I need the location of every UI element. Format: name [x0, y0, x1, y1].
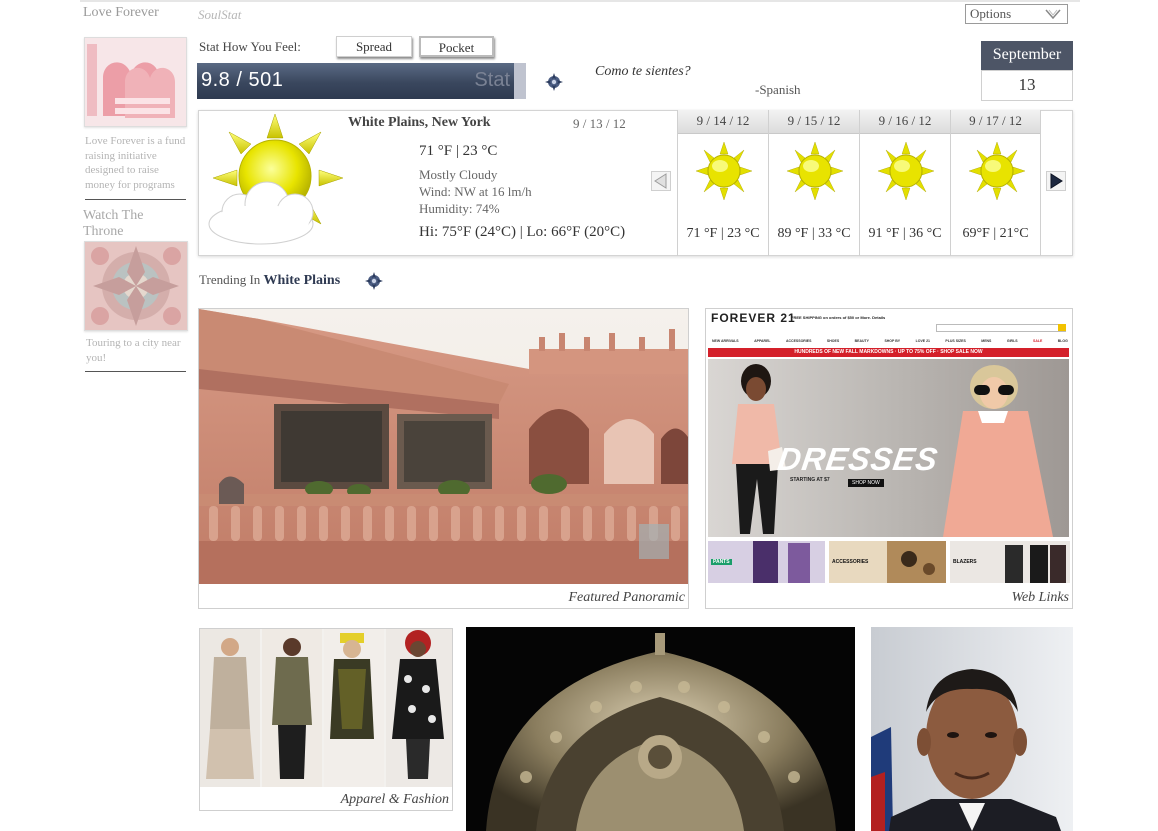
- portrait-image-card[interactable]: [871, 627, 1073, 831]
- forecast-temp: 71 °F | 23 °C: [686, 226, 760, 241]
- stat-submit-button[interactable]: Stat: [474, 69, 510, 92]
- forever21-logo: FOREVER 21: [711, 311, 796, 325]
- options-label: Options: [970, 6, 1012, 21]
- panoramic-caption: Featured Panoramic: [568, 590, 685, 605]
- next-arrow-icon[interactable]: [1046, 171, 1066, 191]
- previous-arrow-icon[interactable]: [651, 171, 671, 191]
- top-divider: [80, 0, 1080, 2]
- tile-label: ACCESSORIES: [832, 559, 869, 565]
- forecast-day-1[interactable]: 9 / 14 / 12 71 °F | 23 °C: [677, 110, 768, 256]
- portrait-image: [871, 627, 1073, 831]
- forever21-tile-pants: PANTS: [708, 541, 825, 583]
- weather-humidity: Humidity: 74%: [419, 201, 500, 216]
- forever21-hero-title: DRESSES: [775, 441, 941, 477]
- ornate-sculpture-image: [466, 627, 855, 831]
- forever21-banner: HUNDREDS OF NEW FALL MARKDOWNS · UP TO 7…: [708, 348, 1069, 357]
- brand-logo[interactable]: SoulStat: [198, 7, 241, 23]
- language-link[interactable]: -Spanish: [755, 82, 801, 98]
- forever21-nav-item: APPAREL: [754, 339, 771, 343]
- forever21-nav-item: PLUS SIZES: [945, 339, 966, 343]
- panoramic-image: [199, 309, 688, 584]
- forever21-shipping: FREE SHIPPING on orders of $50 or More. …: [791, 315, 886, 320]
- stat-input[interactable]: 9.8 / 501 Stat: [197, 63, 526, 99]
- sun-icon: [969, 141, 1025, 201]
- apparel-caption: Apparel & Fashion: [340, 792, 449, 807]
- featured-panoramic-card[interactable]: Featured Panoramic: [198, 308, 689, 609]
- weather-hi-lo: Hi: 75°F (24°C) | Lo: 66°F (20°C): [419, 224, 626, 240]
- sun-icon: [787, 141, 843, 201]
- question-text: Como te sientes?: [595, 64, 691, 79]
- forecast-temp: 91 °F | 36 °C: [868, 226, 942, 241]
- weather-condition: Mostly Cloudy: [419, 167, 498, 182]
- sidebar-section-title[interactable]: Watch The Throne: [83, 208, 183, 240]
- forever21-nav-item: BLOG: [1057, 339, 1068, 343]
- forever21-nav-item: SHOES: [826, 339, 840, 343]
- forever21-search: [936, 324, 1066, 332]
- stat-label: Stat How You Feel:: [199, 39, 301, 54]
- forever21-nav-item: GIRLS: [1006, 339, 1018, 343]
- web-links-card[interactable]: FOREVER 21 FREE SHIPPING on orders of $5…: [705, 308, 1073, 609]
- forever21-shop-now: SHOP NOW: [848, 479, 884, 487]
- forever21-hero-sub: STARTING AT $7: [790, 477, 830, 483]
- forever21-nav: NEW ARRIVALS APPAREL ACCESSORIES SHOES B…: [712, 339, 1068, 343]
- forever21-nav-item: LOVE 21: [915, 339, 930, 343]
- forecast-day-4[interactable]: 9 / 17 / 12 69°F | 21°C: [950, 110, 1041, 256]
- sidebar-section-text: Touring to a city near you!: [86, 337, 181, 364]
- current-temperature: 71 °F | 23 °C: [419, 143, 498, 159]
- forecast-date: 9 / 15 / 12: [769, 110, 859, 134]
- forecast-day-2[interactable]: 9 / 15 / 12 89 °F | 33 °C: [768, 110, 859, 256]
- forecast-temp: 89 °F | 33 °C: [777, 226, 851, 241]
- love-forever-thumbnail[interactable]: [84, 37, 187, 127]
- chevron-down-icon: [1045, 9, 1061, 19]
- forever21-hero: DRESSES STARTING AT $7 SHOP NOW: [708, 359, 1069, 537]
- compass-icon[interactable]: [364, 271, 384, 291]
- trending-heading: Trending In White Plains: [199, 272, 340, 289]
- weather-wind: Wind: NW at 16 lm/h: [419, 184, 532, 199]
- watch-the-throne-thumbnail[interactable]: [84, 241, 188, 331]
- forever21-nav-item: SHOP BY: [884, 339, 901, 343]
- weather-date: 9 / 13 / 12: [573, 116, 626, 131]
- forecast-temp: 69°F | 21°C: [962, 226, 1029, 241]
- apparel-fashion-card[interactable]: Apparel & Fashion: [199, 628, 453, 811]
- forever21-nav-item: MENS: [981, 339, 992, 343]
- sidebar-divider-2: [85, 371, 186, 372]
- sun-icon: [878, 141, 934, 201]
- forever21-screenshot: FOREVER 21 FREE SHIPPING on orders of $5…: [706, 309, 1072, 583]
- tile-label: PANTS: [711, 559, 732, 565]
- sidebar-divider: [85, 199, 186, 200]
- sidebar-blurb: Love Forever is a fund raising initiativ…: [85, 135, 186, 191]
- fashion-runway-image: [200, 629, 452, 787]
- weblinks-caption: Web Links: [1011, 590, 1069, 605]
- forever21-tile-accessories: ACCESSORIES: [829, 541, 946, 583]
- sculpture-image-card[interactable]: [466, 627, 855, 831]
- forever21-nav-item: NEW ARRIVALS: [712, 339, 739, 343]
- weather-location[interactable]: White Plains, New York: [348, 115, 491, 131]
- forecast-day-3[interactable]: 9 / 16 / 12 91 °F | 36 °C: [859, 110, 950, 256]
- partly-cloudy-icon: [208, 113, 344, 245]
- forecast-date: 9 / 16 / 12: [860, 110, 950, 134]
- forever21-nav-item: SALE: [1032, 339, 1043, 343]
- trending-place[interactable]: White Plains: [264, 273, 341, 288]
- pocket-button[interactable]: Pocket: [419, 36, 494, 57]
- trending-prefix: Trending In: [199, 272, 261, 287]
- sun-icon: [696, 141, 752, 201]
- compass-icon[interactable]: [544, 72, 564, 92]
- spread-button[interactable]: Spread: [336, 36, 412, 57]
- tile-label: BLAZERS: [953, 559, 977, 565]
- calendar-month: September: [981, 41, 1073, 70]
- forecast-date: 9 / 14 / 12: [678, 110, 768, 134]
- sidebar-title[interactable]: Love Forever: [83, 5, 159, 21]
- forever21-search-go: [1058, 324, 1066, 331]
- forever21-tile-blazers: BLAZERS: [950, 541, 1070, 583]
- calendar-day: 13: [981, 70, 1073, 101]
- forever21-nav-item: BEAUTY: [854, 339, 869, 343]
- stat-value: 9.8 / 501: [201, 69, 284, 91]
- options-dropdown[interactable]: Options: [965, 4, 1068, 24]
- forever21-nav-item: ACCESSORIES: [785, 339, 812, 343]
- forecast-date: 9 / 17 / 12: [951, 110, 1040, 134]
